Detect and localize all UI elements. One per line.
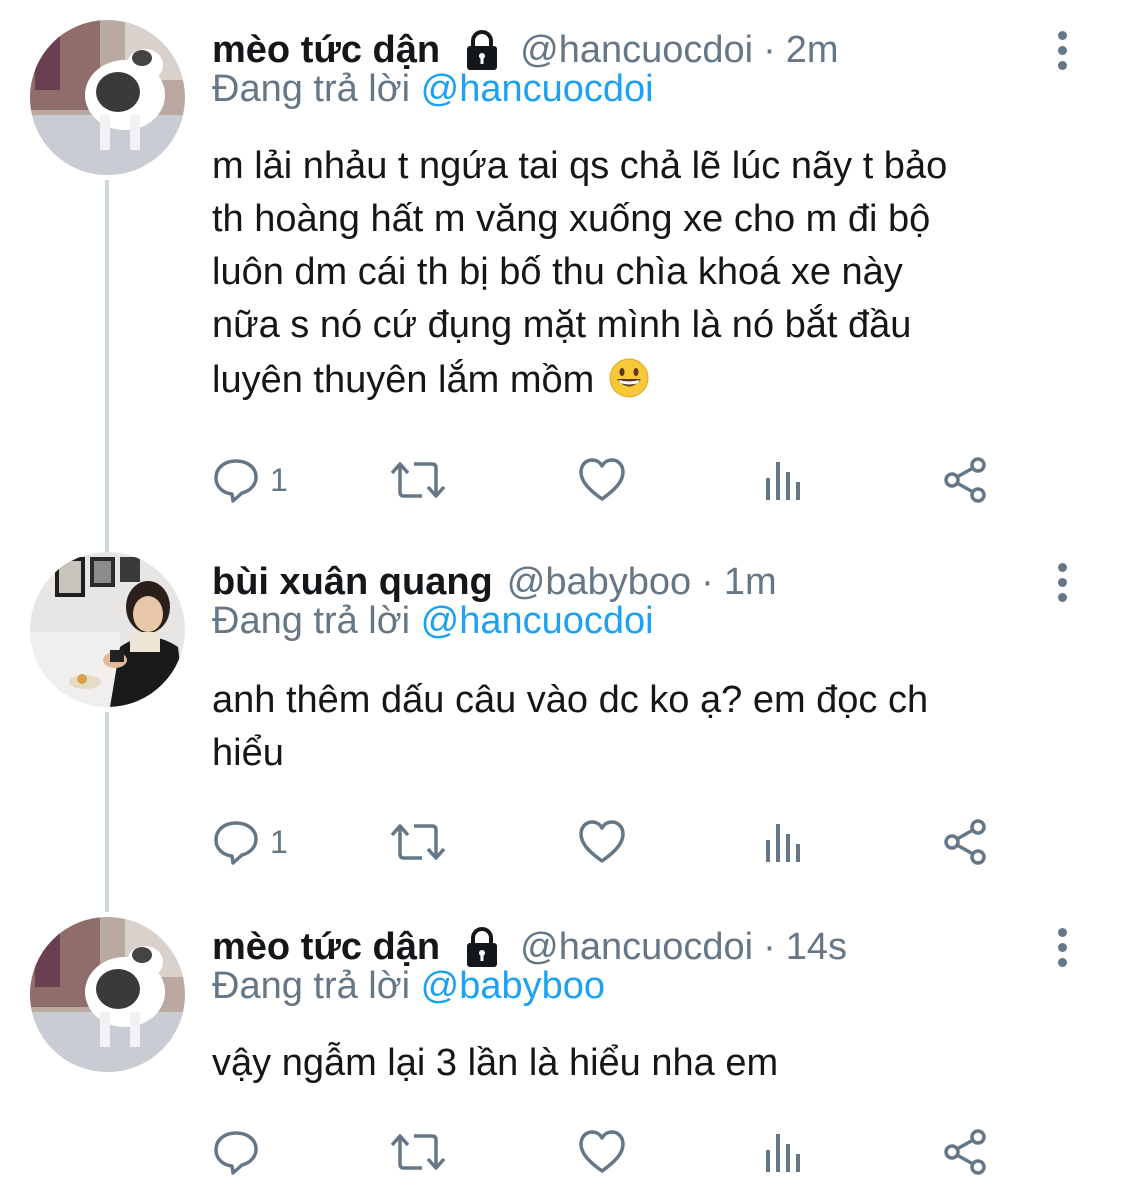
text-line: vậy ngẫm lại 3 lần là hiểu nha em [212,1042,779,1084]
bar-chart-icon [766,1134,800,1172]
replying-to-link[interactable]: @babyboo [421,965,605,1007]
text-line: m lải nhảu t ngứa tai qs chả lẽ lúc nãy … [212,145,948,187]
tweet[interactable]: bùi xuân quang @babyboo · 1m Đang trả lờ… [0,552,1125,882]
tweet-text: m lải nhảu t ngứa tai qs chả lẽ lúc nãy … [212,140,1092,407]
retweet-button[interactable] [388,450,448,510]
replying-to: Đang trả lời @hancuocdoi [212,68,654,111]
share-button[interactable] [942,450,990,510]
share-button[interactable] [942,1122,990,1182]
user-handle[interactable]: @babyboo [507,561,691,604]
bar-chart-icon [766,462,800,500]
analytics-button[interactable] [762,812,806,872]
heart-icon [579,1130,625,1173]
replying-to: Đang trả lời @babyboo [212,965,605,1008]
replying-prefix: Đang trả lời [212,600,411,642]
replying-to-link[interactable]: @hancuocdoi [421,68,654,110]
heart-icon [579,458,625,501]
avatar[interactable] [30,552,185,707]
tweet-text: anh thêm dấu câu vào dc ko ạ? em đọc ch … [212,674,1092,780]
action-bar: 1 [212,450,1092,510]
speech-bubble-icon [214,821,258,865]
analytics-button[interactable] [762,450,806,510]
action-bar: 1 [212,812,1092,872]
text-line: luôn dm cái th bị bố thu chìa khoá xe nà… [212,251,903,293]
reply-button[interactable]: 1 [212,450,288,510]
retweet-button[interactable] [388,1122,448,1182]
replying-prefix: Đang trả lời [212,68,411,110]
lock-icon [462,28,502,72]
share-icon [944,819,986,865]
heart-icon [579,820,625,863]
retweet-button[interactable] [388,812,448,872]
timestamp[interactable]: 2m [786,29,839,72]
speech-bubble-icon [214,459,258,503]
more-options-icon[interactable] [1047,552,1077,612]
speech-bubble-icon [214,1131,258,1175]
share-icon [944,457,986,503]
separator-dot: · [763,925,776,968]
replying-to: Đang trả lời @hancuocdoi [212,600,654,643]
bar-chart-icon [766,824,800,862]
like-button[interactable] [578,812,626,872]
grinning-face-emoji [609,358,649,398]
avatar[interactable] [30,20,185,175]
lock-icon [462,925,502,969]
retweet-icon [390,1134,446,1170]
more-options-icon[interactable] [1047,20,1077,80]
share-button[interactable] [942,812,990,872]
separator-dot: · [701,560,714,603]
share-icon [944,1129,986,1175]
more-options-icon[interactable] [1047,917,1077,977]
reply-button[interactable] [212,1122,270,1182]
text-line: hiểu [212,732,284,774]
tweet-text: vậy ngẫm lại 3 lần là hiểu nha em [212,1037,1092,1090]
reply-button[interactable]: 1 [212,812,288,872]
user-handle[interactable]: @hancuocdoi [520,29,753,72]
retweet-icon [390,462,446,498]
retweet-icon [390,824,446,860]
tweet[interactable]: mèo tức dận @hancuocdoi · 2m Đang trả lờ… [0,20,1125,520]
display-name[interactable]: mèo tức dận [212,29,440,72]
like-button[interactable] [578,450,626,510]
text-line: luyên thuyên lắm mồm [212,359,595,401]
display-name[interactable]: bùi xuân quang [212,561,493,604]
replying-prefix: Đang trả lời [212,965,411,1007]
text-line: th hoàng hất m văng xuống xe cho m đi bộ [212,198,931,240]
text-line: anh thêm dấu câu vào dc ko ạ? em đọc ch [212,679,929,721]
separator-dot: · [763,28,776,71]
reply-count: 1 [270,823,288,860]
timestamp[interactable]: 1m [724,561,777,604]
text-line: nữa s nó cứ đụng mặt mình là nó bắt đầu [212,304,912,346]
action-bar [212,1122,1092,1182]
tweet[interactable]: mèo tức dận @hancuocdoi · 14s Đang trả l… [0,917,1125,1187]
reply-count: 1 [270,461,288,498]
avatar[interactable] [30,917,185,1072]
timestamp[interactable]: 14s [786,926,847,969]
like-button[interactable] [578,1122,626,1182]
user-handle[interactable]: @hancuocdoi [520,926,753,969]
analytics-button[interactable] [762,1122,806,1182]
display-name[interactable]: mèo tức dận [212,926,440,969]
replying-to-link[interactable]: @hancuocdoi [421,600,654,642]
